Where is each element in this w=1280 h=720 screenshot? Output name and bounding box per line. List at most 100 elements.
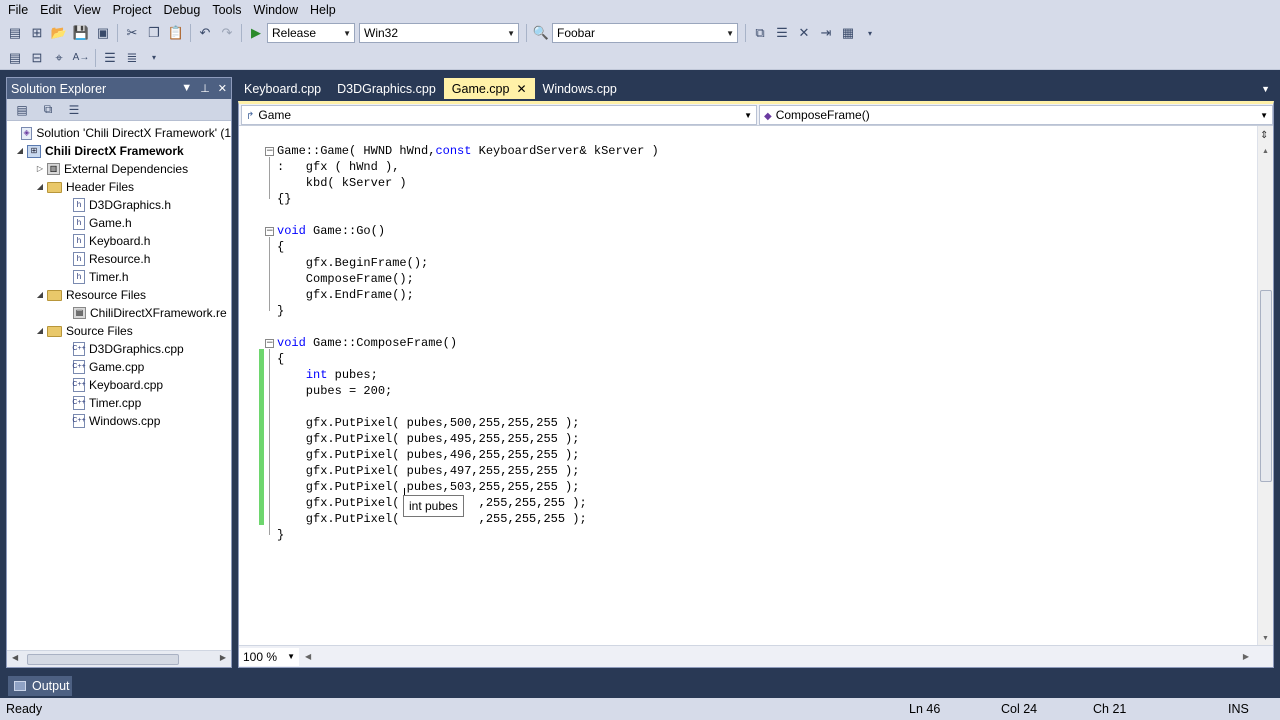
show-all-files-icon[interactable]: ▤ <box>11 100 33 120</box>
list-members-icon[interactable]: ▤ <box>4 48 26 68</box>
zoom-select[interactable]: 100 % ▼ <box>239 647 299 666</box>
tree-file[interactable]: h Resource.h <box>7 250 231 268</box>
resource-file-icon: ▤ <box>73 307 86 319</box>
resource-folder-label: Resource Files <box>66 288 147 302</box>
tab-windows-cpp[interactable]: Windows.cpp <box>535 78 625 99</box>
start-debugging-icon[interactable]: ▶ <box>245 23 267 43</box>
tree-file[interactable]: h Keyboard.h <box>7 232 231 250</box>
tree-file[interactable]: C++ Timer.cpp <box>7 394 231 412</box>
tree-resource-files[interactable]: ◢ Resource Files <box>7 286 231 304</box>
solution-explorer-icon[interactable]: ⧉ <box>749 23 771 43</box>
toolbox-icon[interactable]: ✕ <box>793 23 815 43</box>
collapse-icon[interactable]: − <box>265 227 274 236</box>
properties-icon[interactable]: ☰ <box>63 100 85 120</box>
header-file-icon: h <box>73 198 85 212</box>
toolbar-options-icon[interactable]: ▾ <box>143 48 165 68</box>
close-icon[interactable]: ✕ <box>516 82 526 96</box>
tree-file[interactable]: C++ Windows.cpp <box>7 412 231 430</box>
properties-icon[interactable]: ☰ <box>771 23 793 43</box>
menu-tools[interactable]: Tools <box>206 0 247 20</box>
find-in-files-icon[interactable]: 🔍 <box>530 23 552 43</box>
scrollbar-thumb[interactable] <box>1260 290 1272 482</box>
tab-keyboard-cpp[interactable]: Keyboard.cpp <box>236 78 329 99</box>
tree-file[interactable]: C++ Game.cpp <box>7 358 231 376</box>
undo-icon[interactable]: ↶ <box>194 23 216 43</box>
close-icon[interactable]: ✕ <box>218 82 227 95</box>
vertical-scrollbar[interactable]: ⇕ ▲ ▼ <box>1257 126 1273 645</box>
class-view-icon[interactable]: ▦ <box>837 23 859 43</box>
uncomment-lines-icon[interactable]: ≣ <box>121 48 143 68</box>
add-item-icon[interactable]: ⊞ <box>26 23 48 43</box>
copy-icon[interactable]: ❐ <box>143 23 165 43</box>
tree-project[interactable]: ◢ ⊞ Chili DirectX Framework <box>7 142 231 160</box>
tree-solution[interactable]: ◈ Solution 'Chili DirectX Framework' (1 <box>7 124 231 142</box>
collapse-icon[interactable]: ◢ <box>35 286 45 304</box>
tree-file[interactable]: h D3DGraphics.h <box>7 196 231 214</box>
scope-select[interactable]: ↱ Game ▼ <box>241 105 757 125</box>
collapse-icon[interactable]: − <box>265 339 274 348</box>
menu-help[interactable]: Help <box>304 0 342 20</box>
code-area[interactable]: − − − Game::Game( HWND hWnd,const Keyboa… <box>239 131 1257 644</box>
save-icon[interactable]: 💾 <box>70 23 92 43</box>
chevron-down-icon[interactable]: ▼ <box>181 82 192 95</box>
extension-manager-icon[interactable]: ⇥ <box>815 23 837 43</box>
tree-file[interactable]: h Timer.h <box>7 268 231 286</box>
platform-select[interactable]: Win32 ▼ <box>359 23 519 43</box>
splitter-icon[interactable]: ⇕ <box>1260 130 1268 141</box>
scroll-right-icon[interactable]: ▶ <box>220 653 226 662</box>
cut-icon[interactable]: ✂ <box>121 23 143 43</box>
file-label: Keyboard.cpp <box>89 378 164 392</box>
pin-icon[interactable]: ⊥ <box>200 82 210 95</box>
chevron-down-icon: ▼ <box>1260 110 1268 120</box>
redo-icon[interactable]: ↷ <box>216 23 238 43</box>
tree-file[interactable]: h Game.h <box>7 214 231 232</box>
open-file-icon[interactable]: 📂 <box>48 23 70 43</box>
scroll-up-icon[interactable]: ▲ <box>1262 148 1269 155</box>
scroll-down-icon[interactable]: ▼ <box>1262 635 1269 642</box>
tree-file[interactable]: C++ D3DGraphics.cpp <box>7 340 231 358</box>
tree-header-files[interactable]: ◢ Header Files <box>7 178 231 196</box>
expand-icon[interactable]: ▷ <box>35 160 45 178</box>
menu-debug[interactable]: Debug <box>157 0 206 20</box>
comment-lines-icon[interactable]: ☰ <box>99 48 121 68</box>
tree-file[interactable]: C++ Keyboard.cpp <box>7 376 231 394</box>
configuration-select[interactable]: Release ▼ <box>267 23 355 43</box>
tree-file[interactable]: ▤ ChiliDirectXFramework.re <box>7 304 231 322</box>
header-folder-label: Header Files <box>66 180 135 194</box>
status-column: Col 24 <box>1001 702 1038 716</box>
collapse-icon[interactable]: ◢ <box>35 322 45 340</box>
collapse-icon[interactable]: ◢ <box>35 178 45 196</box>
collapse-icon[interactable]: ◢ <box>15 142 25 160</box>
tree-source-files[interactable]: ◢ Source Files <box>7 322 231 340</box>
scroll-left-icon[interactable]: ◀ <box>305 652 311 661</box>
collapse-icon[interactable]: − <box>265 147 274 156</box>
scrollbar-thumb[interactable] <box>27 654 179 665</box>
member-select[interactable]: ◆ ComposeFrame() ▼ <box>759 105 1273 125</box>
save-all-icon[interactable]: ▣ <box>92 23 114 43</box>
cpp-file-icon: C++ <box>72 360 86 374</box>
menu-view[interactable]: View <box>68 0 107 20</box>
horizontal-scrollbar[interactable]: ◀ ▶ <box>7 650 231 667</box>
new-project-icon[interactable]: ▤ <box>4 23 26 43</box>
parameter-info-icon[interactable]: ⊟ <box>26 48 48 68</box>
menu-edit[interactable]: Edit <box>34 0 68 20</box>
menu-window[interactable]: Window <box>248 0 304 20</box>
menu-project[interactable]: Project <box>107 0 158 20</box>
tree-external-dependencies[interactable]: ▷ ▥ External Dependencies <box>7 160 231 178</box>
tab-game-cpp[interactable]: Game.cpp ✕ <box>443 78 535 99</box>
tab-d3dgraphics-cpp[interactable]: D3DGraphics.cpp <box>329 78 444 99</box>
toolbar-options-icon[interactable]: ▾ <box>859 23 881 43</box>
complete-word-icon[interactable]: A→ <box>70 48 92 68</box>
output-tab[interactable]: Output <box>8 676 72 696</box>
status-text: Ready <box>6 702 43 716</box>
tab-overflow-icon[interactable]: ▼ <box>1261 84 1270 94</box>
refresh-icon[interactable]: ⧉ <box>37 100 59 120</box>
find-combo[interactable]: Foobar ▼ <box>552 23 738 43</box>
code-line: int pubes; <box>305 368 378 382</box>
paste-icon[interactable]: 📋 <box>165 23 187 43</box>
menu-file[interactable]: File <box>2 0 34 20</box>
code-line: } <box>277 528 285 542</box>
scroll-left-icon[interactable]: ◀ <box>12 653 18 662</box>
scroll-right-icon[interactable]: ▶ <box>1243 652 1249 661</box>
quick-info-icon[interactable]: ⌖ <box>48 48 70 68</box>
